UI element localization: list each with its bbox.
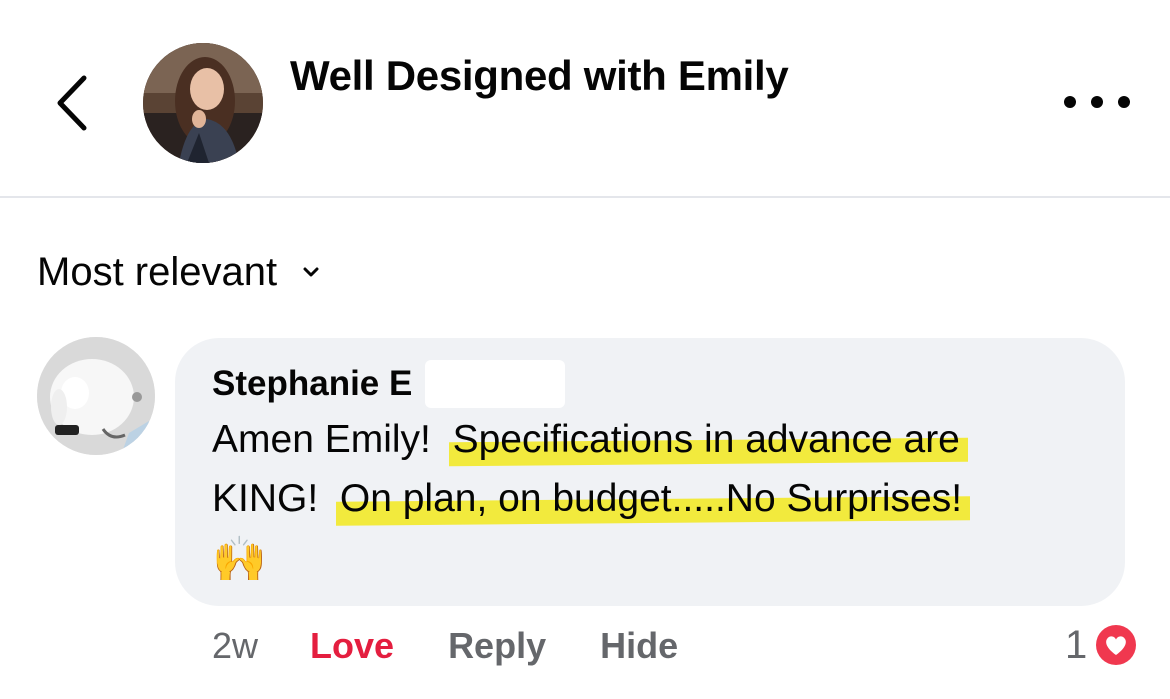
comment-timestamp[interactable]: 2w bbox=[212, 625, 258, 667]
highlighted-text: Specifications in advance are bbox=[452, 418, 960, 461]
avatar-image bbox=[37, 337, 155, 455]
ellipsis-icon bbox=[1064, 96, 1076, 108]
reaction-count: 1 bbox=[1065, 622, 1088, 667]
comment-actions: 2w Love Reply Hide bbox=[212, 624, 732, 668]
sort-label: Most relevant bbox=[37, 249, 278, 294]
comments-screen: Well Designed with Emily Most relevant S… bbox=[0, 0, 1170, 699]
highlighted-text: On plan, on budget.....No Surprises! bbox=[339, 477, 963, 520]
chevron-down-icon bbox=[303, 267, 319, 277]
sort-dropdown[interactable]: Most relevant bbox=[37, 248, 319, 296]
page-avatar[interactable] bbox=[143, 43, 263, 163]
ellipsis-icon bbox=[1091, 96, 1103, 108]
reaction-summary[interactable]: 1 bbox=[1065, 620, 1140, 670]
more-options-button[interactable] bbox=[1064, 88, 1130, 116]
back-button[interactable] bbox=[46, 70, 96, 136]
page-title[interactable]: Well Designed with Emily bbox=[290, 52, 789, 100]
page-header: Well Designed with Emily bbox=[0, 0, 1170, 198]
comment-text: KING! bbox=[212, 477, 340, 520]
heart-icon bbox=[1093, 622, 1140, 668]
chevron-left-icon bbox=[57, 75, 87, 131]
comment-author[interactable]: Stephanie E bbox=[212, 364, 412, 404]
raising-hands-emoji: 🙌 bbox=[212, 534, 267, 585]
comment-text-line: KING! On plan, on budget.....No Surprise… bbox=[212, 477, 962, 521]
avatar-image bbox=[143, 43, 263, 163]
comment-text: Amen Emily! bbox=[212, 418, 453, 461]
hide-button[interactable]: Hide bbox=[600, 625, 678, 667]
ellipsis-icon bbox=[1118, 96, 1130, 108]
redaction-mask bbox=[425, 360, 565, 408]
love-button[interactable]: Love bbox=[310, 625, 394, 667]
commenter-avatar[interactable] bbox=[37, 337, 155, 455]
reply-button[interactable]: Reply bbox=[448, 625, 546, 667]
comment-text-line: Amen Emily! Specifications in advance ar… bbox=[212, 418, 960, 462]
